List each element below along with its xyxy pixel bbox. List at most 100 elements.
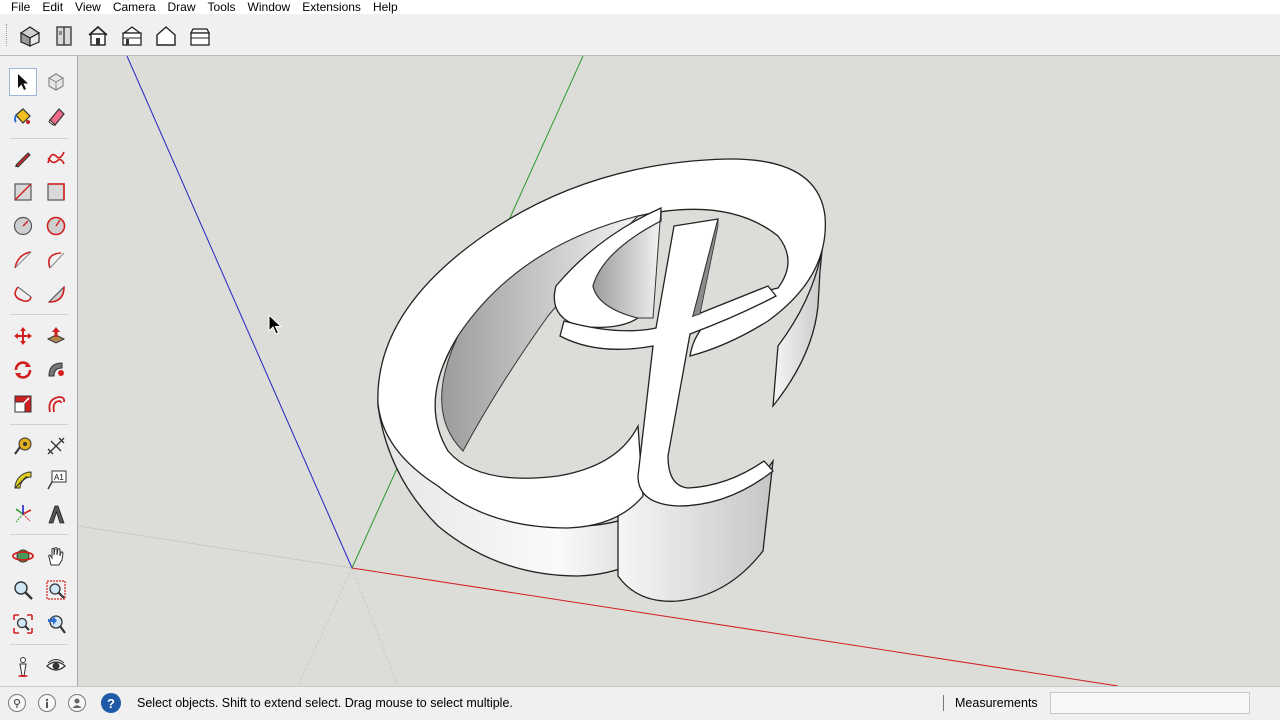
palette-separator — [10, 534, 68, 535]
orbit-icon — [12, 549, 34, 563]
ground-guide-line — [351, 567, 399, 686]
axes-icon — [15, 505, 32, 523]
scale-tool[interactable] — [9, 390, 37, 418]
menu-camera[interactable]: Camera — [107, 0, 162, 14]
menu-edit[interactable]: Edit — [36, 0, 69, 14]
menu-help[interactable]: Help — [367, 0, 404, 14]
circle-tool[interactable] — [9, 212, 37, 240]
three-point-arc-icon — [14, 286, 32, 302]
front-view-button[interactable] — [84, 22, 112, 50]
menu-extensions[interactable]: Extensions — [296, 0, 367, 14]
orbit-tool[interactable] — [9, 542, 37, 570]
tape-measure-icon — [14, 437, 32, 455]
rectangle-tool[interactable] — [9, 178, 37, 206]
pan-tool[interactable] — [42, 542, 70, 570]
3d-text-tool[interactable] — [42, 500, 70, 528]
ground-guide-line — [78, 525, 353, 569]
geo-location-icon[interactable] — [8, 694, 26, 712]
tape-measure-tool[interactable] — [9, 432, 37, 460]
iso-view-button[interactable] — [16, 22, 44, 50]
eraser-tool[interactable] — [42, 102, 70, 130]
help-icon[interactable]: ? — [101, 693, 121, 713]
menu-window[interactable]: Window — [242, 0, 297, 14]
eraser-icon — [48, 108, 65, 126]
right-house-icon — [122, 26, 142, 46]
pencil-icon — [15, 152, 31, 168]
views-toolbar — [0, 14, 1280, 56]
line-tool[interactable] — [9, 144, 37, 172]
push-pull-tool[interactable] — [42, 322, 70, 350]
two-point-arc-icon — [48, 252, 65, 269]
paint-bucket-tool[interactable] — [9, 102, 37, 130]
previous-view-tool[interactable] — [42, 610, 70, 638]
two-point-arc-tool[interactable] — [42, 246, 70, 274]
back-house-icon — [156, 26, 176, 46]
arc-icon — [14, 251, 32, 269]
three-point-arc-tool[interactable] — [9, 280, 37, 308]
rotated-rectangle-tool[interactable] — [42, 178, 70, 206]
component-icon — [48, 73, 64, 91]
freehand-icon — [47, 151, 65, 165]
menu-bar: File Edit View Camera Draw Tools Window … — [0, 0, 1280, 14]
left-view-button[interactable] — [186, 22, 214, 50]
zoom-window-tool[interactable] — [42, 576, 70, 604]
text-tool[interactable]: A1 — [42, 466, 70, 494]
select-tool[interactable] — [9, 68, 37, 96]
modeling-viewport[interactable] — [78, 56, 1280, 686]
freehand-tool[interactable] — [42, 144, 70, 172]
zoom-extents-tool[interactable] — [9, 610, 37, 638]
scale-icon — [14, 395, 32, 413]
top-view-button[interactable] — [50, 22, 78, 50]
move-arrows-icon — [14, 327, 32, 345]
3d-text-icon — [48, 505, 65, 524]
user-account-icon[interactable] — [68, 694, 86, 712]
front-house-icon — [88, 25, 108, 46]
menu-view[interactable]: View — [69, 0, 107, 14]
blue-axis-line — [126, 56, 353, 569]
zoom-tool[interactable] — [9, 576, 37, 604]
scene-canvas — [78, 56, 1119, 686]
polygon-tool[interactable] — [42, 212, 70, 240]
offset-icon — [48, 396, 66, 413]
zoom-window-icon — [46, 580, 66, 600]
arrow-cursor-icon — [18, 74, 28, 90]
menu-tools[interactable]: Tools — [202, 0, 242, 14]
pie-tool[interactable] — [42, 280, 70, 308]
circle-icon — [13, 216, 33, 236]
magnifier-icon — [14, 581, 33, 600]
move-tool[interactable] — [9, 322, 37, 350]
measurements-input[interactable] — [1050, 692, 1250, 714]
credits-icon[interactable] — [38, 694, 56, 712]
follow-me-tool[interactable] — [42, 356, 70, 384]
offset-tool[interactable] — [42, 390, 70, 418]
make-component-tool[interactable] — [42, 68, 70, 96]
ground-guide-line — [297, 567, 353, 686]
look-around-tool[interactable] — [42, 652, 70, 680]
palette-separator — [10, 644, 68, 645]
back-view-button[interactable] — [152, 22, 180, 50]
toolbar-grip[interactable] — [6, 24, 10, 46]
dimension-tool[interactable] — [42, 432, 70, 460]
measurements-label: Measurements — [955, 696, 1038, 710]
position-camera-tool[interactable] — [9, 652, 37, 680]
hand-icon — [48, 547, 64, 566]
status-bar: ? Select objects. Shift to extend select… — [0, 686, 1280, 720]
rotated-rectangle-icon — [47, 183, 65, 201]
previous-view-icon — [48, 615, 66, 634]
protractor-tool[interactable] — [9, 466, 37, 494]
protractor-icon — [14, 471, 32, 489]
zoom-extents-icon — [13, 614, 33, 634]
palette-separator — [10, 314, 68, 315]
text-label-icon: A1 — [47, 470, 67, 490]
follow-me-icon — [48, 362, 64, 377]
palette-separator — [10, 424, 68, 425]
menu-draw[interactable]: Draw — [162, 0, 202, 14]
right-view-button[interactable] — [118, 22, 146, 50]
axes-tool[interactable] — [9, 500, 37, 528]
push-pull-icon — [46, 327, 66, 344]
pie-icon — [47, 285, 65, 303]
rotate-tool[interactable] — [9, 356, 37, 384]
iso-house-icon — [19, 26, 41, 47]
menu-file[interactable]: File — [0, 0, 36, 14]
arc-tool[interactable] — [9, 246, 37, 274]
